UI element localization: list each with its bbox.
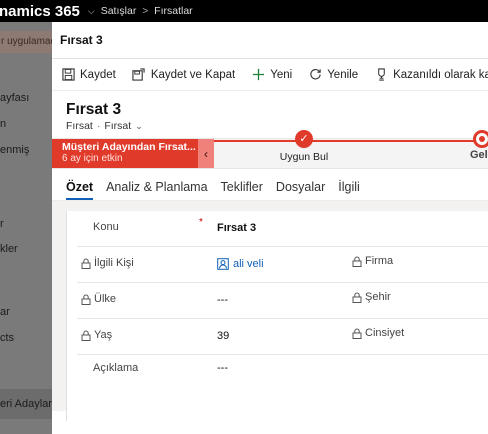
field-row-age: Yaş 39 Cinsiyet [77,319,488,355]
lock-icon [81,294,91,305]
record-subtitle: Fırsat · Fırsat ⌄ [66,120,488,132]
chevron-down-icon[interactable]: ⌵ [88,6,95,17]
active-stage-icon [473,130,488,148]
sidebar-item-leads: eri Adayları [0,398,52,410]
sidebar-item: ar [0,306,10,318]
city-label-group: Şehir [352,291,391,303]
sidebar-item: cts [0,332,15,344]
bpf-stage-develop-label: Geliştir [470,149,488,161]
contact-card-icon [217,258,229,270]
save-label: Kaydet [80,68,116,81]
form-selector[interactable]: Fırsat [104,120,131,132]
plus-icon [251,68,265,82]
sidebar-item: r [0,218,4,230]
record-title: Fırsat 3 [66,101,122,118]
breadcrumb-opportunities[interactable]: Fırsatlar [154,5,193,17]
description-field[interactable]: --- [217,362,228,374]
save-close-label: Kaydet ve Kapat [150,68,236,81]
refresh-icon [308,68,322,82]
country-field[interactable]: --- [217,294,228,306]
top-navigation-bar: namics 365 ⌵ Satışlar > Fırsatlar [0,0,488,22]
breadcrumb-sales[interactable]: Satışlar [101,5,137,17]
bpf-stage-develop[interactable]: Geliştir [442,130,488,161]
refresh-button[interactable]: Yenile [308,68,358,82]
bpf-active-process[interactable]: Müşteri Adayından Fırsat... 6 ay için et… [52,139,198,168]
gender-label-group: Cinsiyet [352,327,404,339]
gender-label: Cinsiyet [365,327,405,339]
tab-files[interactable]: Dosyalar [276,180,325,200]
sidebar-item: enmiş [0,144,30,156]
chevron-down-icon[interactable]: ⌄ [135,121,143,132]
lock-icon [81,258,91,269]
background-page: r uygulamad ayfası n enmiş r kler ar cts… [0,22,52,434]
field-row-topic: Konu * Fırsat 3 [77,211,488,247]
age-label: Yaş [94,329,113,341]
description-label: Açıklama [93,362,139,374]
dialog-title: Fırsat 3 [52,22,488,59]
contact-label: İlgili Kişi [94,257,134,269]
separator-dot: · [96,120,101,132]
app-name[interactable]: namics 365 [0,3,80,20]
save-and-close-button[interactable]: Kaydet ve Kapat [132,68,235,82]
tab-analysis-planning[interactable]: Analiz & Planlama [106,180,207,200]
age-label-group: Yaş [81,329,112,341]
quick-view-dialog: Fırsat 3 Kaydet Kaydet ve Kapat Yeni Yen… [52,22,488,434]
field-row-description: Açıklama --- [77,355,488,391]
sidebar-item: kler [0,243,18,255]
tab-related[interactable]: İlgili [338,180,360,200]
trophy-icon [374,68,388,82]
city-label: Şehir [365,291,391,303]
bpf-collapse-chevron-icon[interactable]: ‹ [198,139,214,168]
form-tabs: Özet Analiz & Planlama Teklifler Dosyala… [52,169,488,201]
sidebar-item: ayfası [0,92,30,104]
tab-quotes[interactable]: Teklifler [221,180,263,200]
new-button[interactable]: Yeni [251,68,292,82]
contact-label-group: İlgili Kişi [81,257,134,269]
form-body: Konu * Fırsat 3 İlgili Kişi ali veli Fir… [52,201,488,421]
bpf-process-name: Müşteri Adayından Fırsat... [62,141,196,153]
contact-lookup-link[interactable]: ali veli [217,258,264,270]
country-label: Ülke [94,293,117,305]
field-row-contact: İlgili Kişi ali veli Firma [77,247,488,283]
field-row-country: Ülke --- Şehir [77,283,488,319]
close-as-won-button[interactable]: Kazanıldı olarak kapat [374,68,488,82]
warning-banner: r uygulamad [0,31,52,53]
save-button[interactable]: Kaydet [61,68,116,82]
contact-value: ali veli [233,258,264,270]
company-label-group: Firma [352,255,393,267]
lock-icon [81,330,91,341]
entity-name: Fırsat [66,120,93,132]
business-process-flow: Müşteri Adayından Fırsat... 6 ay için et… [52,130,488,169]
age-field[interactable]: 39 [217,330,229,342]
lock-icon [352,256,362,267]
sidebar-item: n [0,118,7,130]
country-label-group: Ülke [81,293,116,305]
tab-summary[interactable]: Özet [66,180,94,200]
command-bar: Kaydet Kaydet ve Kapat Yeni Yenile Kazan… [52,59,488,91]
bpf-stage-qualify-label: Uygun Bul [279,151,329,163]
lock-icon [352,292,362,303]
refresh-label: Yenile [327,68,359,81]
bpf-duration: 6 ay için etkin [62,153,123,164]
lock-icon [352,328,362,339]
bpf-stage-qualify[interactable]: ✓ Uygun Bul [264,130,344,163]
breadcrumb-separator-icon: > [142,5,149,17]
record-header: Fırsat 3 Fırsat · Fırsat ⌄ [52,91,488,137]
checkmark-icon: ✓ [295,130,313,148]
company-label: Firma [365,255,394,267]
required-indicator: * [199,217,203,228]
close-as-won-label: Kazanıldı olarak kapat [393,68,488,81]
save-icon [61,68,75,82]
topic-label: Konu [93,221,119,233]
save-close-icon [132,68,146,82]
summary-section: Konu * Fırsat 3 İlgili Kişi ali veli Fir… [66,211,488,421]
topic-field[interactable]: Fırsat 3 [217,222,256,234]
new-label: Yeni [270,68,293,81]
